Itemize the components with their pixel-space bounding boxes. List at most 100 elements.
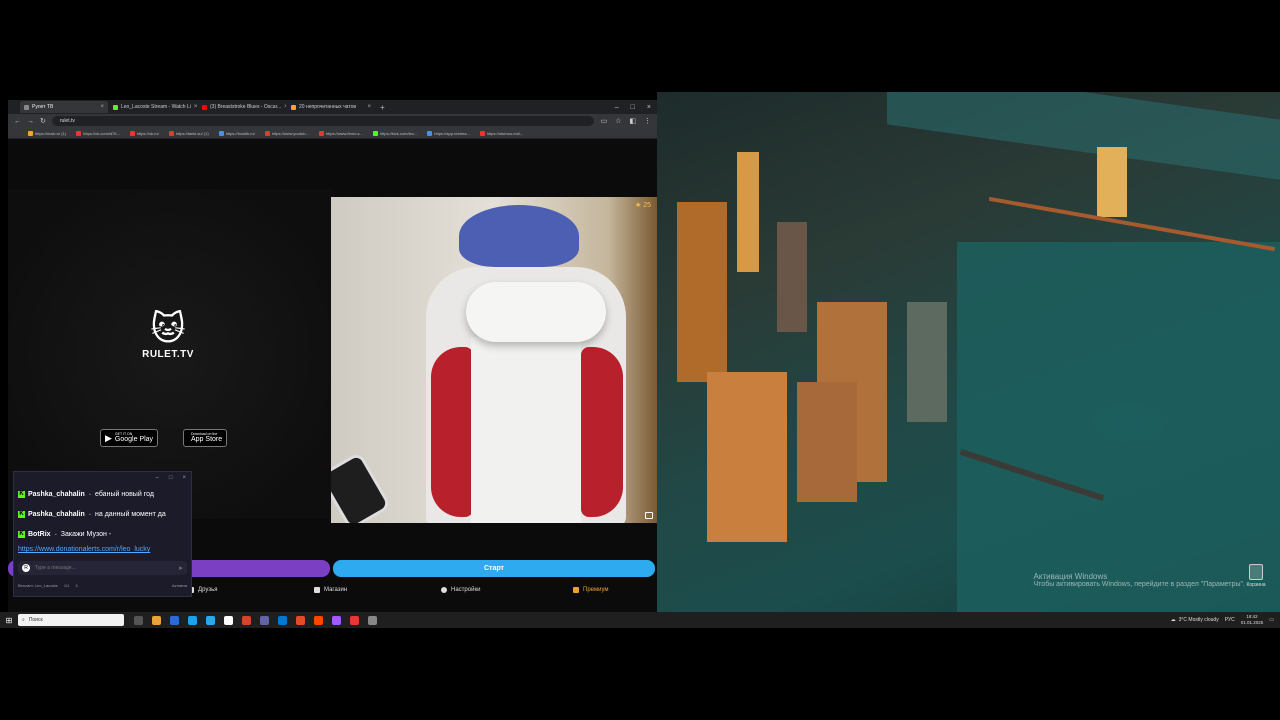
google-play-button[interactable]: ▶ GET IT ON Google Play — [100, 429, 159, 447]
extensions-icon[interactable]: ◧ — [629, 117, 636, 125]
chat-footer: Benzam: Leo_Lacoste 1/1 3 Активна — [14, 579, 191, 591]
taskbar-app-icon[interactable] — [152, 615, 161, 625]
tab-close-icon[interactable]: × — [100, 104, 104, 110]
maximize-icon[interactable]: □ — [169, 475, 173, 481]
tab-kick[interactable]: Leo_Lacoste Stream - Watch Li × — [109, 101, 197, 113]
chat-username[interactable]: BotRix — [28, 531, 51, 538]
tab-youtube[interactable]: (3) Breaststroke Blues - Oscar... × — [198, 101, 286, 113]
rulet-logo: 🐱 RULET.TV — [118, 309, 218, 360]
close-icon[interactable]: × — [182, 475, 186, 481]
url-input[interactable]: rulet.tv — [51, 116, 595, 126]
forward-icon[interactable]: → — [27, 118, 34, 125]
bookmark-label: https://mail.ru/ (1) — [35, 130, 67, 136]
chat-username[interactable]: Pashka_chahalin — [28, 511, 85, 518]
bookmark-item[interactable]: https://vk.com/id76... — [76, 130, 120, 136]
bookmark-star-icon[interactable]: ☆ — [615, 117, 621, 125]
bookmark-item[interactable]: https://otomoo.md/... — [479, 130, 523, 136]
taskbar-app-icon[interactable] — [278, 615, 287, 625]
back-icon[interactable]: ← — [14, 118, 21, 125]
bookmark-favicon-icon — [264, 130, 270, 136]
taskbar-app-icon[interactable] — [350, 615, 359, 625]
taskbar-app-icon[interactable] — [206, 615, 215, 625]
chat-username[interactable]: Pashka_chahalin — [28, 491, 85, 498]
nav-label: Настройки — [451, 587, 481, 593]
taskbar-app-icon[interactable] — [314, 615, 323, 625]
windows-start-icon[interactable]: ⊞ — [0, 616, 18, 625]
kick-icon: K — [18, 490, 25, 498]
close-icon[interactable]: × — [647, 104, 651, 111]
nav-shop[interactable]: Магазин — [314, 587, 347, 593]
taskbar: ⊞ ⌕ Поиск ☁ 3°C Mostly cloudy РУС 18:42 … — [0, 612, 1280, 628]
screen-cast-icon[interactable]: ▭ — [600, 117, 607, 125]
donation-link[interactable]: https://www.donationalerts.com/r/leo_luc… — [14, 544, 191, 558]
taskbar-app-icon[interactable] — [296, 615, 305, 625]
minimize-icon[interactable]: – — [615, 104, 619, 111]
taskbar-app-icon[interactable] — [260, 615, 269, 625]
reload-icon[interactable]: ↻ — [40, 117, 46, 125]
menu-icon[interactable]: ⋮ — [644, 117, 651, 125]
search-placeholder: Поиск — [28, 617, 43, 623]
tab-close-icon[interactable]: × — [284, 104, 286, 110]
taskbar-app-icon[interactable] — [188, 615, 197, 625]
chat-overlay: – □ × K Pashka_chahalin ⌄ ебаный новый г… — [13, 471, 192, 597]
chair-side-left — [431, 347, 473, 517]
start-button[interactable]: Старт — [333, 560, 655, 577]
chat-input[interactable]: R Type a message... ➤ — [18, 561, 187, 575]
logo-text: RULET.TV — [142, 349, 194, 360]
clock[interactable]: 18:42 01.01.2025 — [1241, 614, 1264, 626]
avatar[interactable]: R — [22, 564, 30, 572]
recycle-bin[interactable]: Корзина — [1244, 564, 1268, 588]
bookmark-item[interactable]: https://ok.ru/ — [129, 130, 159, 136]
bookmark-item[interactable]: https://www.ferno.s... — [318, 130, 363, 136]
recycle-bin-icon — [1249, 564, 1263, 580]
tab-label: 20 непрочитанных чатов — [299, 104, 357, 110]
tab-close-icon[interactable]: × — [367, 104, 371, 110]
chat-text: Закажи Музон - — [60, 530, 112, 538]
bookmark-item[interactable]: https://www.youtub... — [264, 130, 309, 136]
minimize-icon[interactable]: – — [156, 475, 159, 481]
language-indicator[interactable]: РУС — [1225, 617, 1235, 623]
app-store-button[interactable]: Download on the App Store — [183, 429, 228, 447]
shop-icon — [314, 587, 320, 593]
send-icon[interactable]: ➤ — [178, 565, 183, 572]
notification-icon[interactable]: ▭ — [1269, 617, 1274, 623]
nav-premium[interactable]: Премиум — [573, 587, 609, 593]
new-tab-button[interactable]: + — [376, 103, 389, 112]
bookmark-item[interactable]: https://app.restrea... — [427, 130, 470, 136]
maximize-icon[interactable]: □ — [631, 104, 635, 111]
status-label: Активна — [171, 582, 187, 588]
nav-settings[interactable]: Настройки — [441, 587, 480, 593]
tab-rulet[interactable]: Рулет ТВ × — [20, 101, 108, 113]
bookmark-item[interactable]: https://mail.ru/ (1) — [28, 130, 67, 136]
chair-side-right — [581, 347, 623, 517]
channel-label: Benzam: Leo_Lacoste — [18, 582, 58, 588]
taskbar-app-icon[interactable] — [242, 615, 251, 625]
google-play-icon: ▶ — [105, 432, 112, 443]
taskbar-app-icon[interactable] — [134, 615, 143, 625]
tab-favicon — [24, 104, 29, 110]
bookmark-favicon-icon — [168, 130, 174, 136]
google-play-big: Google Play — [114, 436, 154, 443]
taskbar-search[interactable]: ⌕ Поиск — [18, 614, 124, 626]
bookmark-favicon-icon — [318, 130, 324, 136]
bookmark-favicon-icon — [218, 130, 224, 136]
taskbar-app-icon[interactable] — [224, 615, 233, 625]
taskbar-app-icon[interactable] — [332, 615, 341, 625]
tab-chats[interactable]: 20 непрочитанных чатов × — [287, 101, 375, 113]
chevron-down-icon: ⌄ — [87, 491, 93, 497]
weather-text: 3°C Mostly cloudy — [1178, 617, 1219, 623]
chat-input-placeholder: Type a message... — [35, 565, 76, 571]
address-bar: ← → ↻ rulet.tv ▭ ☆ ◧ ⋮ — [8, 114, 657, 128]
taskbar-app-icon[interactable] — [368, 615, 377, 625]
bookmark-item[interactable]: https://loostik.ru/ — [218, 130, 255, 136]
tab-close-icon[interactable]: × — [194, 104, 197, 110]
taskbar-app-icon[interactable] — [170, 615, 179, 625]
bookmark-item[interactable]: https://kick.com/leo... — [372, 130, 417, 136]
nav-friends[interactable]: Друзья — [188, 587, 217, 593]
bookmark-label: https://www.ferno.s... — [325, 130, 363, 136]
weather-widget[interactable]: ☁ 3°C Mostly cloudy — [1171, 617, 1219, 623]
system-tray: ☁ 3°C Mostly cloudy РУС 18:42 01.01.2025… — [1171, 614, 1280, 626]
window-controls: – □ × — [615, 104, 657, 111]
bookmark-item[interactable]: https://tanki.su/ (1) — [168, 130, 209, 136]
camera-switch-icon[interactable] — [645, 512, 653, 519]
